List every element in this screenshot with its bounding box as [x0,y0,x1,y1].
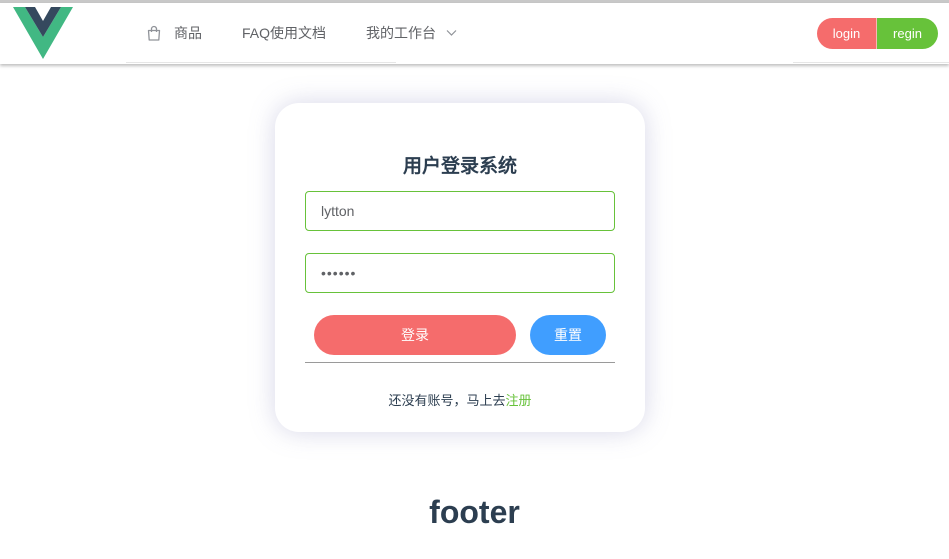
auth-button-group: login regin [817,18,938,49]
username-input[interactable] [305,191,615,231]
nav-item-faq-label: FAQ使用文档 [242,25,327,41]
signup-prompt: 还没有账号，马上去注册 [275,390,645,409]
nav-item-products[interactable]: 商品 [126,3,222,63]
nav-underline-right [793,62,949,63]
nav-underline [126,62,396,63]
shopping-bag-icon [146,25,162,41]
nav-item-products-label: 商品 [174,25,202,41]
nav-item-workbench[interactable]: 我的工作台 [346,3,477,63]
password-input[interactable] [305,253,615,293]
top-navbar: 商品 FAQ使用文档 我的工作台 login regin [0,3,949,64]
vue-logo[interactable] [13,7,73,59]
chevron-down-icon [446,29,457,37]
login-title: 用户登录系统 [402,156,517,177]
login-card: 用户登录系统 登录 重置 还没有账号，马上去注册 [275,103,645,432]
signup-link[interactable]: 注册 [506,393,532,408]
login-button[interactable]: login [817,18,877,49]
form-divider [305,362,615,363]
register-button[interactable]: regin [877,18,938,49]
nav-item-faq[interactable]: FAQ使用文档 [222,3,346,63]
login-submit-button[interactable]: 登录 [314,315,516,355]
page-footer: footer [429,494,520,530]
nav-item-workbench-label: 我的工作台 [366,25,437,41]
reset-button[interactable]: 重置 [530,315,606,355]
signup-prompt-text: 还没有账号，马上去 [388,393,506,408]
main-nav: 商品 FAQ使用文档 我的工作台 [126,3,477,63]
